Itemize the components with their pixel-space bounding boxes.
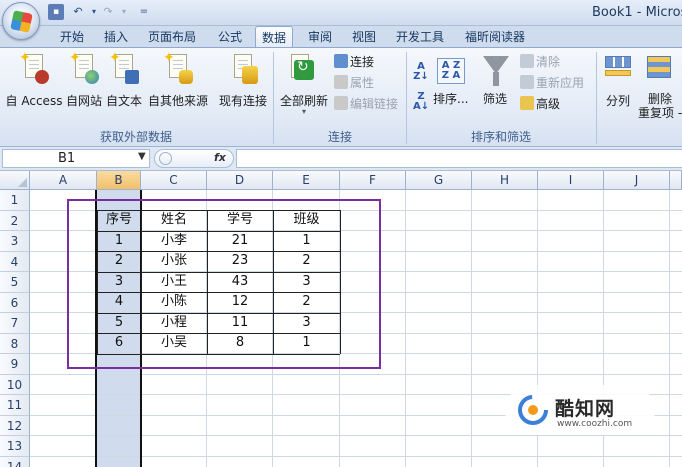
text-to-columns-button[interactable]: 分列: [601, 52, 635, 109]
tab-5[interactable]: 审阅: [306, 26, 334, 48]
connections-button[interactable]: 连接: [334, 53, 374, 71]
split-columns-icon: [603, 52, 633, 86]
remove-duplicates-icon: [645, 52, 675, 86]
clear-button[interactable]: 清除: [520, 53, 560, 71]
row-header-11[interactable]: 11: [0, 395, 30, 416]
clear-filter-icon: [520, 54, 534, 68]
refresh-all-button[interactable]: 全部刷新 ▾: [276, 52, 332, 116]
refresh-icon: [289, 52, 319, 86]
window-title: Book1 - Micros: [592, 5, 682, 20]
sort-descending-icon[interactable]: Z A↓: [413, 92, 429, 112]
coozhi-logo-icon: [518, 395, 548, 425]
existing-connections-icon: [228, 52, 258, 86]
existing-connections-button[interactable]: 现有连接: [216, 52, 270, 109]
column-header-next[interactable]: [670, 171, 682, 190]
column-header-c[interactable]: C: [141, 171, 207, 190]
from-web-button[interactable]: ✦ 自网站: [64, 50, 104, 109]
row-header-14[interactable]: 14: [0, 456, 30, 467]
properties-icon: [334, 75, 348, 89]
row-header-8[interactable]: 8: [0, 333, 30, 354]
from-other-sources-button[interactable]: ✦ 自其他来源: [146, 50, 210, 109]
text-file-icon: ✦: [109, 50, 139, 86]
access-icon: ✦: [19, 50, 49, 86]
group-label-get-external-data: 获取外部数据: [99, 130, 172, 144]
insert-function-icon[interactable]: fx: [214, 151, 226, 164]
reapply-icon: [520, 75, 534, 89]
row-header-12[interactable]: 12: [0, 415, 30, 436]
customize-quick-access-icon[interactable]: =: [136, 4, 152, 20]
database-icon: ✦: [163, 50, 193, 86]
formula-bar: B1 ▼ fx: [0, 147, 682, 171]
from-text-button[interactable]: ✦ 自文本: [104, 50, 144, 109]
formula-input[interactable]: [236, 149, 682, 168]
column-header-a[interactable]: A: [30, 171, 97, 190]
save-icon[interactable]: ▪: [48, 4, 64, 20]
select-all-corner[interactable]: [0, 171, 30, 190]
office-button[interactable]: [2, 2, 40, 40]
row-header-7[interactable]: 7: [0, 313, 30, 334]
row-header-2[interactable]: 2: [0, 210, 30, 231]
row-header-3[interactable]: 3: [0, 231, 30, 252]
tab-3[interactable]: 公式: [216, 26, 244, 48]
redo-dropdown-icon[interactable]: ▾: [116, 4, 132, 20]
ribbon-tabs: 开始 插入 页面布局 公式 数据 审阅 视图 开发工具 福昕阅读器: [0, 26, 682, 48]
tab-2[interactable]: 页面布局: [146, 26, 198, 48]
from-access-button[interactable]: ✦ 自 Access: [4, 50, 64, 109]
row-header-9[interactable]: 9: [0, 354, 30, 375]
row-header-13[interactable]: 13: [0, 436, 30, 457]
row-header-4[interactable]: 4: [0, 251, 30, 272]
undo-icon[interactable]: ↶: [70, 4, 86, 20]
tab-6[interactable]: 视图: [350, 26, 378, 48]
filter-button[interactable]: 筛选: [483, 90, 507, 108]
name-box[interactable]: B1: [2, 149, 150, 168]
column-header-e[interactable]: E: [273, 171, 340, 190]
column-header-i[interactable]: I: [538, 171, 604, 190]
tab-8[interactable]: 福昕阅读器: [463, 26, 527, 48]
cancel-formula-icon[interactable]: [159, 152, 172, 165]
filter-funnel-icon: [483, 56, 509, 86]
tab-7[interactable]: 开发工具: [394, 26, 446, 48]
web-icon: ✦: [69, 50, 99, 86]
redo-icon[interactable]: ↷: [100, 4, 116, 20]
edit-links-button[interactable]: 编辑链接: [334, 95, 398, 113]
highlight-box: [67, 199, 381, 369]
sort-button[interactable]: 排序...: [433, 90, 468, 108]
column-header-f[interactable]: F: [340, 171, 406, 190]
ribbon: ✦ 自 Access ✦ 自网站 ✦ 自文本 ✦ 自其他来源 现有连接 获取外部…: [0, 47, 682, 147]
watermark-url: www.coozhi.com: [557, 419, 633, 429]
office-logo-icon: [10, 10, 33, 33]
row-header-6[interactable]: 6: [0, 292, 30, 313]
tab-4[interactable]: 数据: [255, 26, 293, 48]
watermark-title: 酷知网: [555, 398, 616, 420]
sort-az-grid-icon: A ZZ A: [437, 58, 465, 84]
sort-ascending-icon[interactable]: A Z↓: [413, 62, 429, 82]
column-header-j[interactable]: J: [604, 171, 670, 190]
tab-0[interactable]: 开始: [58, 26, 86, 48]
chain-link-icon: [334, 96, 348, 110]
connections-icon: [334, 54, 348, 68]
advanced-filter-icon: [520, 96, 534, 110]
name-box-dropdown-icon[interactable]: ▼: [138, 151, 146, 162]
column-header-d[interactable]: D: [207, 171, 273, 190]
properties-button[interactable]: 属性: [334, 74, 374, 92]
advanced-button[interactable]: 高级: [520, 95, 560, 113]
reapply-button[interactable]: 重新应用: [520, 74, 584, 92]
tab-1[interactable]: 插入: [102, 26, 130, 48]
group-label-connections: 连接: [327, 130, 352, 144]
column-header-g[interactable]: G: [406, 171, 472, 190]
group-label-sort-filter: 排序和筛选: [470, 130, 531, 144]
row-header-5[interactable]: 5: [0, 272, 30, 293]
column-header-h[interactable]: H: [472, 171, 538, 190]
title-bar: ▪ ↶ ▾ ↷ ▾ = Book1 - Micros: [0, 0, 682, 26]
remove-duplicates-button[interactable]: 删除 重复项 -: [638, 52, 682, 120]
column-header-b[interactable]: B: [97, 171, 141, 190]
row-header-1[interactable]: 1: [0, 190, 30, 211]
row-header-10[interactable]: 10: [0, 374, 30, 395]
